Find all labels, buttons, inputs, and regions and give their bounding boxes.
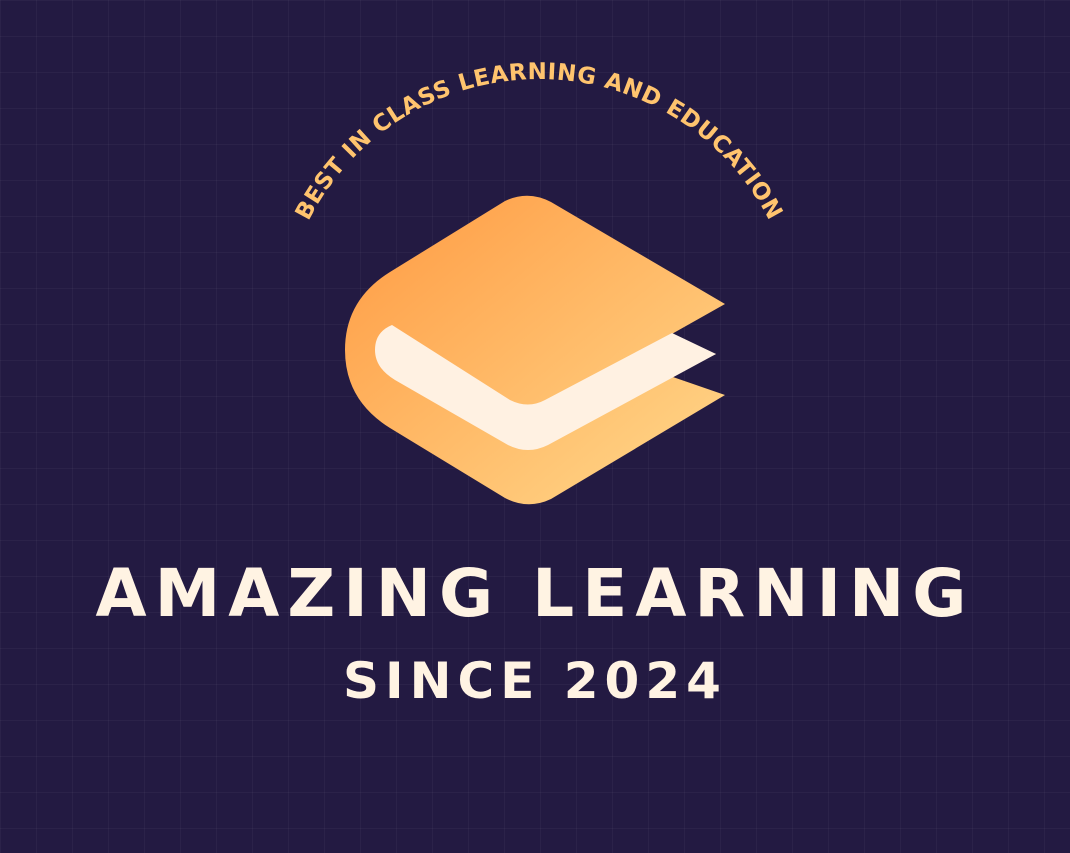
brand-subtitle: SINCE 2024 <box>343 652 727 710</box>
logo-canvas: BEST IN CLASS LEARNING AND EDUCATION AMA… <box>0 0 1070 853</box>
logo-graphic: BEST IN CLASS LEARNING AND EDUCATION <box>291 59 787 505</box>
open-book-icon <box>345 195 725 505</box>
brand-title: AMAZING LEARNING <box>95 555 975 632</box>
